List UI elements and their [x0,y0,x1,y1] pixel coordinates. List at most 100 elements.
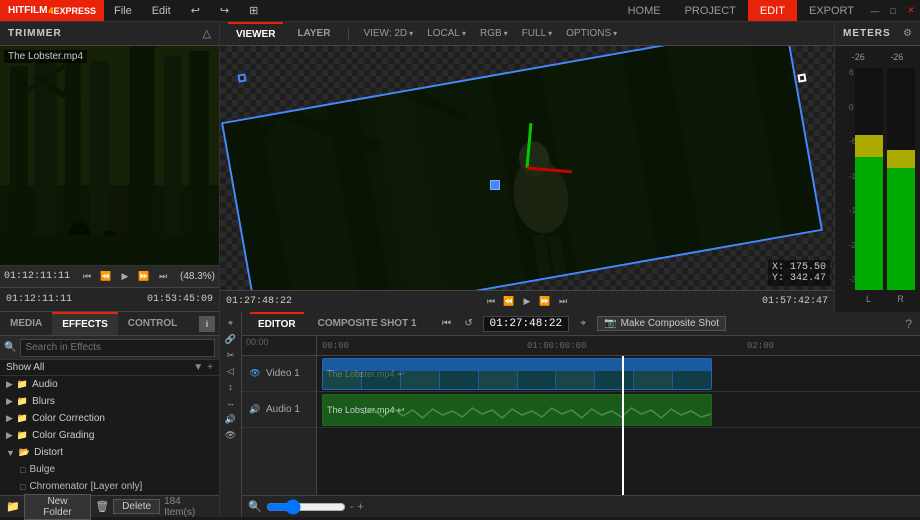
timeline-loop-icon[interactable]: ↺ [461,316,477,332]
effects-category-color-correction[interactable]: ▶ 📁 Color Correction [0,410,219,427]
meter-right-label: R [887,294,915,304]
viewer-back-button[interactable]: ⏪ [501,294,517,310]
window-controls: — □ ✕ [866,0,920,21]
layer-tab[interactable]: LAYER [289,22,338,45]
effects-add-icon[interactable]: + [207,362,213,373]
edit-menu[interactable]: Edit [142,0,181,21]
transport-snap-icon[interactable]: ⌖ [223,316,239,330]
effect-name: Bulge [29,464,55,475]
transport-move-icon[interactable]: ↕ [223,380,239,394]
trim-back-button[interactable]: ⏪ [98,269,114,285]
full-dropdown[interactable]: FULL [518,28,556,39]
category-collapse-icon: ▶ [6,413,13,424]
meters-peak-labels: -26 -26 [839,50,916,64]
media-tab[interactable]: MedIA [0,312,52,335]
timeline-zoom-slider[interactable] [266,501,346,513]
category-collapse-icon: ▶ [6,396,13,407]
nav-export[interactable]: EXPORT [797,0,866,21]
trim-forward-button[interactable]: ⏩ [136,269,152,285]
transport-razor-icon[interactable]: ✂ [223,348,239,362]
audio-track-row: The Lobster.mp4 ↩ [317,392,920,428]
app-name: HITFILM [8,5,47,16]
trimmer-expand-icon[interactable]: △ [203,27,211,40]
right-area: VIEWER LAYER VIEW: 2D LOCAL RGB FULL OPT… [220,22,920,517]
timeline-snap-icon[interactable]: ⌖ [575,316,591,332]
meters-panel: METERS ⚙ -26 -26 6 0 -6 [835,22,920,312]
timeline-body: 00:00 👁 Video 1 🔊 Audio 1 [242,336,920,495]
view-2d-dropdown[interactable]: VIEW: 2D [359,28,417,39]
make-composite-button[interactable]: 📷 Make Composite Shot [597,316,726,331]
viewer-play-button[interactable]: ▶ [519,294,535,310]
editor-tab[interactable]: EDITOR [250,312,304,335]
video-track-row: The Lobster.mp4 ↩ [317,356,920,392]
effects-sort-icon[interactable]: ▼ [193,362,203,373]
panel-tab-icon[interactable]: i [199,316,215,332]
rgb-dropdown[interactable]: RGB [476,28,512,39]
maximize-button[interactable]: □ [884,0,902,21]
track-ruler-spacer: 00:00 [242,336,316,356]
effect-chromenator[interactable]: □ Chromenator [Layer only] [0,478,219,495]
folder-icon: 📁 [17,430,28,441]
trimmer-video-filename: The Lobster.mp4 [4,50,87,63]
file-menu[interactable]: File [104,0,142,21]
minimize-button[interactable]: — [866,0,884,21]
meters-settings-icon[interactable]: ⚙ [903,28,912,39]
meter-right-bar [887,68,915,290]
transport-link-icon[interactable]: 🔗 [223,332,239,346]
folder-icon-small: 📁 [6,500,20,513]
timeline-zoom-in-icon[interactable]: + [357,501,363,513]
controls-tab[interactable]: CONTROL [118,312,187,335]
timeline-transport-strip: ⌖ 🔗 ✂ ◁ ↕ ↔ 🔊 👁 [220,312,242,517]
close-button[interactable]: ✕ [902,0,920,21]
effects-search-input[interactable] [20,339,215,357]
nav-project[interactable]: PROJECT [673,0,748,21]
video-clip[interactable]: The Lobster.mp4 ↩ [322,358,712,390]
video-visibility-button[interactable]: 👁 [248,367,262,381]
viewer-tab[interactable]: VIEWER [228,22,283,45]
effects-category-distort[interactable]: ▼ 📂 Distort [0,444,219,461]
nav-edit[interactable]: EDIT [748,0,797,21]
transport-eye-icon[interactable]: 👁 [223,428,239,442]
new-folder-button[interactable]: New Folder [24,494,91,520]
audio-clip[interactable]: The Lobster.mp4 ↩ [322,394,712,426]
composite-shot-tab[interactable]: COMPOSITE SHOT 1 [310,312,425,335]
panel-footer: 📁 New Folder 🗑 Delete 184 Item(s) [0,495,219,517]
timeline-help-icon[interactable]: ? [905,317,912,331]
viewer-next-button[interactable]: ⏭ [555,294,571,310]
effects-tab[interactable]: EFFECTS [52,312,118,335]
trim-prev-button[interactable]: ⏮ [79,269,95,285]
nav-home[interactable]: HOME [616,0,673,21]
undo-button[interactable]: ↩ [181,0,210,21]
effects-category-audio[interactable]: ▶ 📁 Audio [0,376,219,393]
timeline-zoom-out-icon[interactable]: - [350,501,354,513]
transport-arrow-icon[interactable]: ↔ [223,396,239,410]
playhead[interactable] [622,356,624,495]
left-panel: TRIMMER △ [0,22,220,517]
bottom-row: ⌖ 🔗 ✂ ◁ ↕ ↔ 🔊 👁 EDITOR COMPOSITE SHOT 1 … [220,312,920,517]
folder-icon: 📁 [17,396,28,407]
viewer-forward-button[interactable]: ⏩ [537,294,553,310]
trim-play-button[interactable]: ▶ [117,269,133,285]
trimmer-header: TRIMMER △ [0,22,219,46]
audio-mute-button[interactable]: 🔊 [248,403,262,417]
delete-button[interactable]: Delete [113,499,160,514]
composite-icon: 📷 [604,318,616,329]
trim-next-button[interactable]: ⏭ [155,269,171,285]
viewer-prev-button[interactable]: ⏮ [483,294,499,310]
local-dropdown[interactable]: LOCAL [423,28,470,39]
effects-search-bar: 🔍 [0,336,219,360]
transport-trim-icon[interactable]: ◁ [223,364,239,378]
trimmer-start-time: 01:12:11:11 [6,294,72,305]
grid-button[interactable]: ⊞ [239,0,268,21]
timeline-canvas: 00:00 01:00:00:00 02:00 The Lobster.mp4 … [317,336,920,495]
transport-speaker-icon[interactable]: 🔊 [223,412,239,426]
meters-title: METERS [843,28,891,39]
options-dropdown[interactable]: OPTIONS [562,28,621,39]
effects-category-blurs[interactable]: ▶ 📁 Blurs [0,393,219,410]
effect-bulge[interactable]: □ Bulge [0,461,219,478]
audio-track-name: Audio 1 [266,404,300,415]
redo-button[interactable]: ↪ [210,0,239,21]
track-labels: 00:00 👁 Video 1 🔊 Audio 1 [242,336,317,495]
effects-category-color-grading[interactable]: ▶ 📁 Color Grading [0,427,219,444]
timeline-prev-icon[interactable]: ⏮ [439,316,455,332]
